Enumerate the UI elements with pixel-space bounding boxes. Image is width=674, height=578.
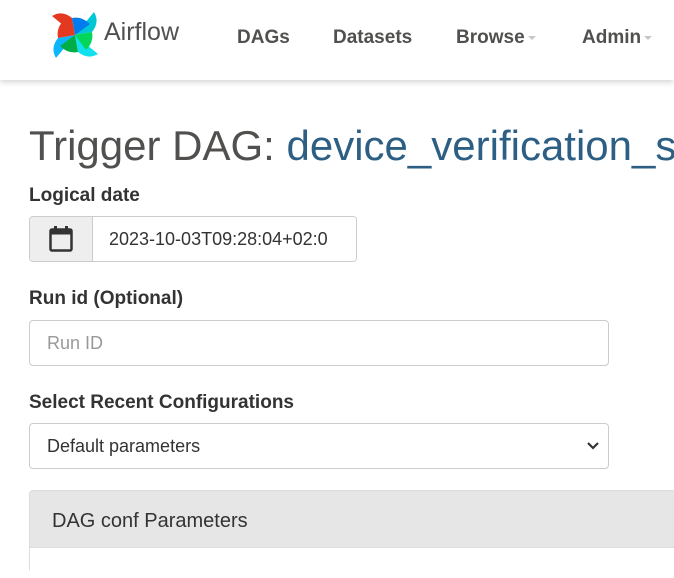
airflow-brand[interactable]: Airflow [50,10,179,60]
nav-admin-label: Admin [582,27,641,48]
nav-admin[interactable]: Admin [582,27,652,49]
chevron-down-icon [586,440,600,452]
nav-dags[interactable]: DAGs [237,27,290,49]
nav-dags-label: DAGs [237,27,290,48]
recent-configs-selected: Default parameters [47,436,200,457]
logical-date-group [29,216,357,262]
caret-down-icon [644,36,652,40]
top-navbar: Airflow DAGs Datasets Browse Admin [0,0,674,80]
run-id-label: Run id (Optional) [29,288,183,310]
page-title: Trigger DAG: device_verification_s [29,120,674,172]
logical-date-label: Logical date [29,185,140,207]
calendar-icon [49,226,73,252]
recent-configs-select[interactable]: Default parameters [29,423,609,469]
run-id-input[interactable] [29,320,609,366]
recent-configs-label: Select Recent Configurations [29,392,294,414]
nav-datasets[interactable]: Datasets [333,27,412,49]
page-title-prefix: Trigger DAG: [29,122,275,169]
dag-conf-heading: DAG conf Parameters [52,510,248,533]
dag-id-link[interactable]: device_verification_s [287,122,674,169]
caret-down-icon [528,36,536,40]
calendar-button[interactable] [30,217,93,261]
brand-name: Airflow [104,18,179,47]
dag-conf-panel: DAG conf Parameters [29,490,674,570]
airflow-pinwheel-icon [50,10,100,60]
nav-datasets-label: Datasets [333,27,412,48]
dag-conf-body [30,547,674,578]
nav-browse[interactable]: Browse [456,27,536,49]
nav-browse-label: Browse [456,27,525,48]
logical-date-input[interactable] [93,217,356,261]
